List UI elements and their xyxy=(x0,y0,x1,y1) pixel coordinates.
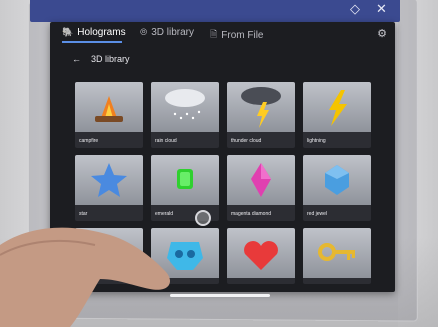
model-tile-red-jewel[interactable]: red jewel xyxy=(303,155,371,221)
model-tile-heart[interactable] xyxy=(227,228,295,284)
file-icon: 🗎 xyxy=(210,29,218,39)
user-hand xyxy=(0,227,170,327)
model-tile-magenta-diamond[interactable]: magenta diamond xyxy=(227,155,295,221)
model-label: thunder cloud xyxy=(231,138,262,144)
model-tile-rain-cloud[interactable]: rain cloud xyxy=(151,82,219,148)
model-label: red jewel xyxy=(307,211,328,217)
key-thumbnail xyxy=(303,228,371,278)
jewel-thumbnail xyxy=(303,155,371,205)
library-header: ← 3D library xyxy=(72,54,130,64)
tab-label: From File xyxy=(221,29,264,41)
tab-bar: 🐘 Holograms ⦾ 3D library 🗎 From File ⚙ xyxy=(50,22,395,46)
tab-label: Holograms xyxy=(77,27,126,38)
heart-thumbnail xyxy=(227,228,295,278)
model-tile-campfire[interactable]: campfire xyxy=(75,82,143,148)
tab-label: 3D library xyxy=(151,27,194,38)
model-tile-thunder-cloud[interactable]: thunder cloud xyxy=(227,82,295,148)
model-tile-key[interactable] xyxy=(303,228,371,284)
model-label: rain cloud xyxy=(155,138,177,144)
lightning-thumbnail xyxy=(303,82,371,132)
rain-cloud-thumbnail xyxy=(151,82,219,132)
magenta-diamond-thumbnail xyxy=(227,155,295,205)
star-thumbnail xyxy=(75,155,143,205)
model-label: magenta diamond xyxy=(231,211,272,217)
tab-holograms[interactable]: 🐘 Holograms xyxy=(62,27,126,38)
tab-from-file[interactable]: 🗎 From File xyxy=(210,27,263,43)
thunder-cloud-thumbnail xyxy=(227,82,295,132)
library-title: 3D library xyxy=(91,54,130,64)
model-tile-star[interactable]: star xyxy=(75,155,143,221)
back-arrow-icon[interactable]: ← xyxy=(72,54,81,64)
gaze-cursor-icon xyxy=(195,210,211,226)
active-tab-indicator xyxy=(62,41,122,43)
model-tile-lightning[interactable]: lightning xyxy=(303,82,371,148)
cube-icon: ⦾ xyxy=(140,27,148,37)
emerald-thumbnail xyxy=(151,155,219,205)
model-label: lightning xyxy=(307,138,326,144)
tab-3d-library[interactable]: ⦾ 3D library xyxy=(140,27,194,38)
model-tile-emerald[interactable]: emerald xyxy=(151,155,219,221)
elephant-icon: 🐘 xyxy=(62,27,74,37)
pin-icon[interactable]: ◇ xyxy=(350,1,360,17)
campfire-thumbnail xyxy=(75,82,143,132)
close-icon[interactable]: ✕ xyxy=(376,1,387,17)
model-label: campfire xyxy=(79,138,99,144)
window-titlebar: ◇ ✕ xyxy=(30,0,400,22)
settings-icon[interactable]: ⚙ xyxy=(377,27,387,40)
